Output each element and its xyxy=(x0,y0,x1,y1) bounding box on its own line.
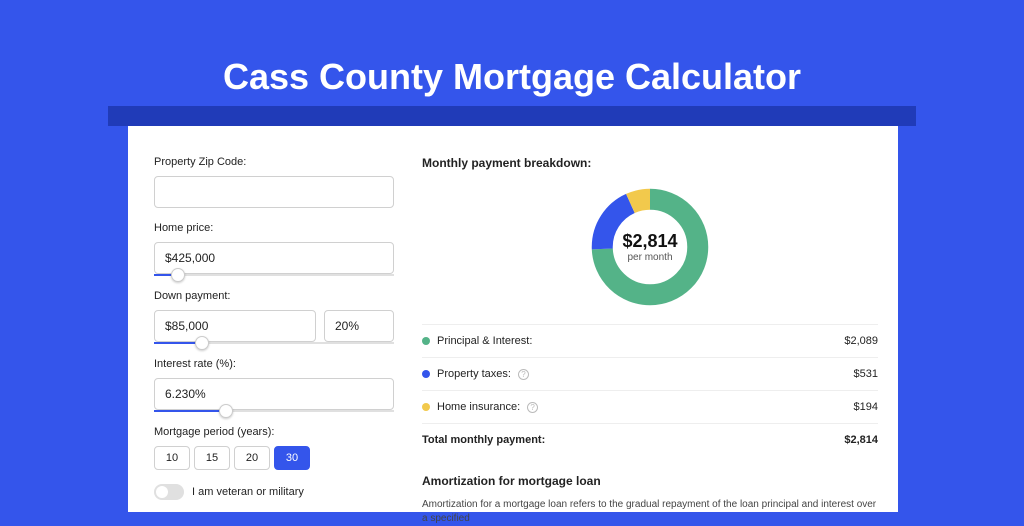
window-chrome-bar xyxy=(108,106,916,126)
legend-label: Home insurance: xyxy=(437,401,520,413)
donut-amount: $2,814 xyxy=(622,231,677,252)
info-icon[interactable]: ? xyxy=(518,369,529,380)
down-payment-slider[interactable] xyxy=(154,342,394,344)
legend-row-insurance: Home insurance: ? $194 xyxy=(422,391,878,424)
legend-amount: $2,089 xyxy=(844,335,878,347)
form-column: Property Zip Code: Home price: Down paym… xyxy=(128,126,412,512)
zip-field: Property Zip Code: xyxy=(154,156,394,208)
slider-thumb[interactable] xyxy=(171,268,185,282)
total-amount: $2,814 xyxy=(844,434,878,446)
down-payment-input[interactable] xyxy=(154,310,316,342)
slider-thumb[interactable] xyxy=(195,336,209,350)
amortization-body: Amortization for a mortgage loan refers … xyxy=(422,498,878,526)
interest-slider[interactable] xyxy=(154,410,394,412)
donut-chart: $2,814 per month xyxy=(587,184,713,310)
legend: Principal & Interest: $2,089 Property ta… xyxy=(422,324,878,456)
zip-input[interactable] xyxy=(154,176,394,208)
home-price-label: Home price: xyxy=(154,222,394,234)
home-price-slider[interactable] xyxy=(154,274,394,276)
home-price-input[interactable] xyxy=(154,242,394,274)
dot-icon xyxy=(422,337,430,345)
amortization-heading: Amortization for mortgage loan xyxy=(422,474,878,488)
legend-row-principal: Principal & Interest: $2,089 xyxy=(422,325,878,358)
period-btn-20[interactable]: 20 xyxy=(234,446,270,470)
period-btn-15[interactable]: 15 xyxy=(194,446,230,470)
legend-label: Property taxes: xyxy=(437,368,511,380)
dot-icon xyxy=(422,370,430,378)
veteran-toggle[interactable] xyxy=(154,484,184,500)
period-row: 10 15 20 30 xyxy=(154,446,394,470)
legend-amount: $194 xyxy=(854,401,878,413)
down-payment-field: Down payment: xyxy=(154,290,394,344)
amortization-section: Amortization for mortgage loan Amortizat… xyxy=(422,474,878,526)
interest-input[interactable] xyxy=(154,378,394,410)
zip-label: Property Zip Code: xyxy=(154,156,394,168)
donut-center: $2,814 per month xyxy=(587,184,713,310)
legend-label: Principal & Interest: xyxy=(437,335,532,347)
period-field: Mortgage period (years): 10 15 20 30 xyxy=(154,426,394,470)
donut-sub: per month xyxy=(627,252,672,263)
down-payment-pct-input[interactable] xyxy=(324,310,394,342)
total-label: Total monthly payment: xyxy=(422,434,545,446)
legend-amount: $531 xyxy=(854,368,878,380)
interest-field: Interest rate (%): xyxy=(154,358,394,412)
legend-row-taxes: Property taxes: ? $531 xyxy=(422,358,878,391)
dot-icon xyxy=(422,403,430,411)
slider-thumb[interactable] xyxy=(219,404,233,418)
interest-label: Interest rate (%): xyxy=(154,358,394,370)
period-btn-10[interactable]: 10 xyxy=(154,446,190,470)
period-label: Mortgage period (years): xyxy=(154,426,394,438)
veteran-row: I am veteran or military xyxy=(154,484,394,500)
calculator-panel: Property Zip Code: Home price: Down paym… xyxy=(128,126,898,512)
breakdown-heading: Monthly payment breakdown: xyxy=(422,156,878,170)
breakdown-column: Monthly payment breakdown: $2,814 per mo… xyxy=(412,126,898,512)
down-payment-label: Down payment: xyxy=(154,290,394,302)
veteran-label: I am veteran or military xyxy=(192,486,304,498)
period-btn-30[interactable]: 30 xyxy=(274,446,310,470)
donut-chart-wrap: $2,814 per month xyxy=(422,176,878,324)
page-title: Cass County Mortgage Calculator xyxy=(0,0,1024,106)
legend-row-total: Total monthly payment: $2,814 xyxy=(422,424,878,456)
home-price-field: Home price: xyxy=(154,222,394,276)
info-icon[interactable]: ? xyxy=(527,402,538,413)
